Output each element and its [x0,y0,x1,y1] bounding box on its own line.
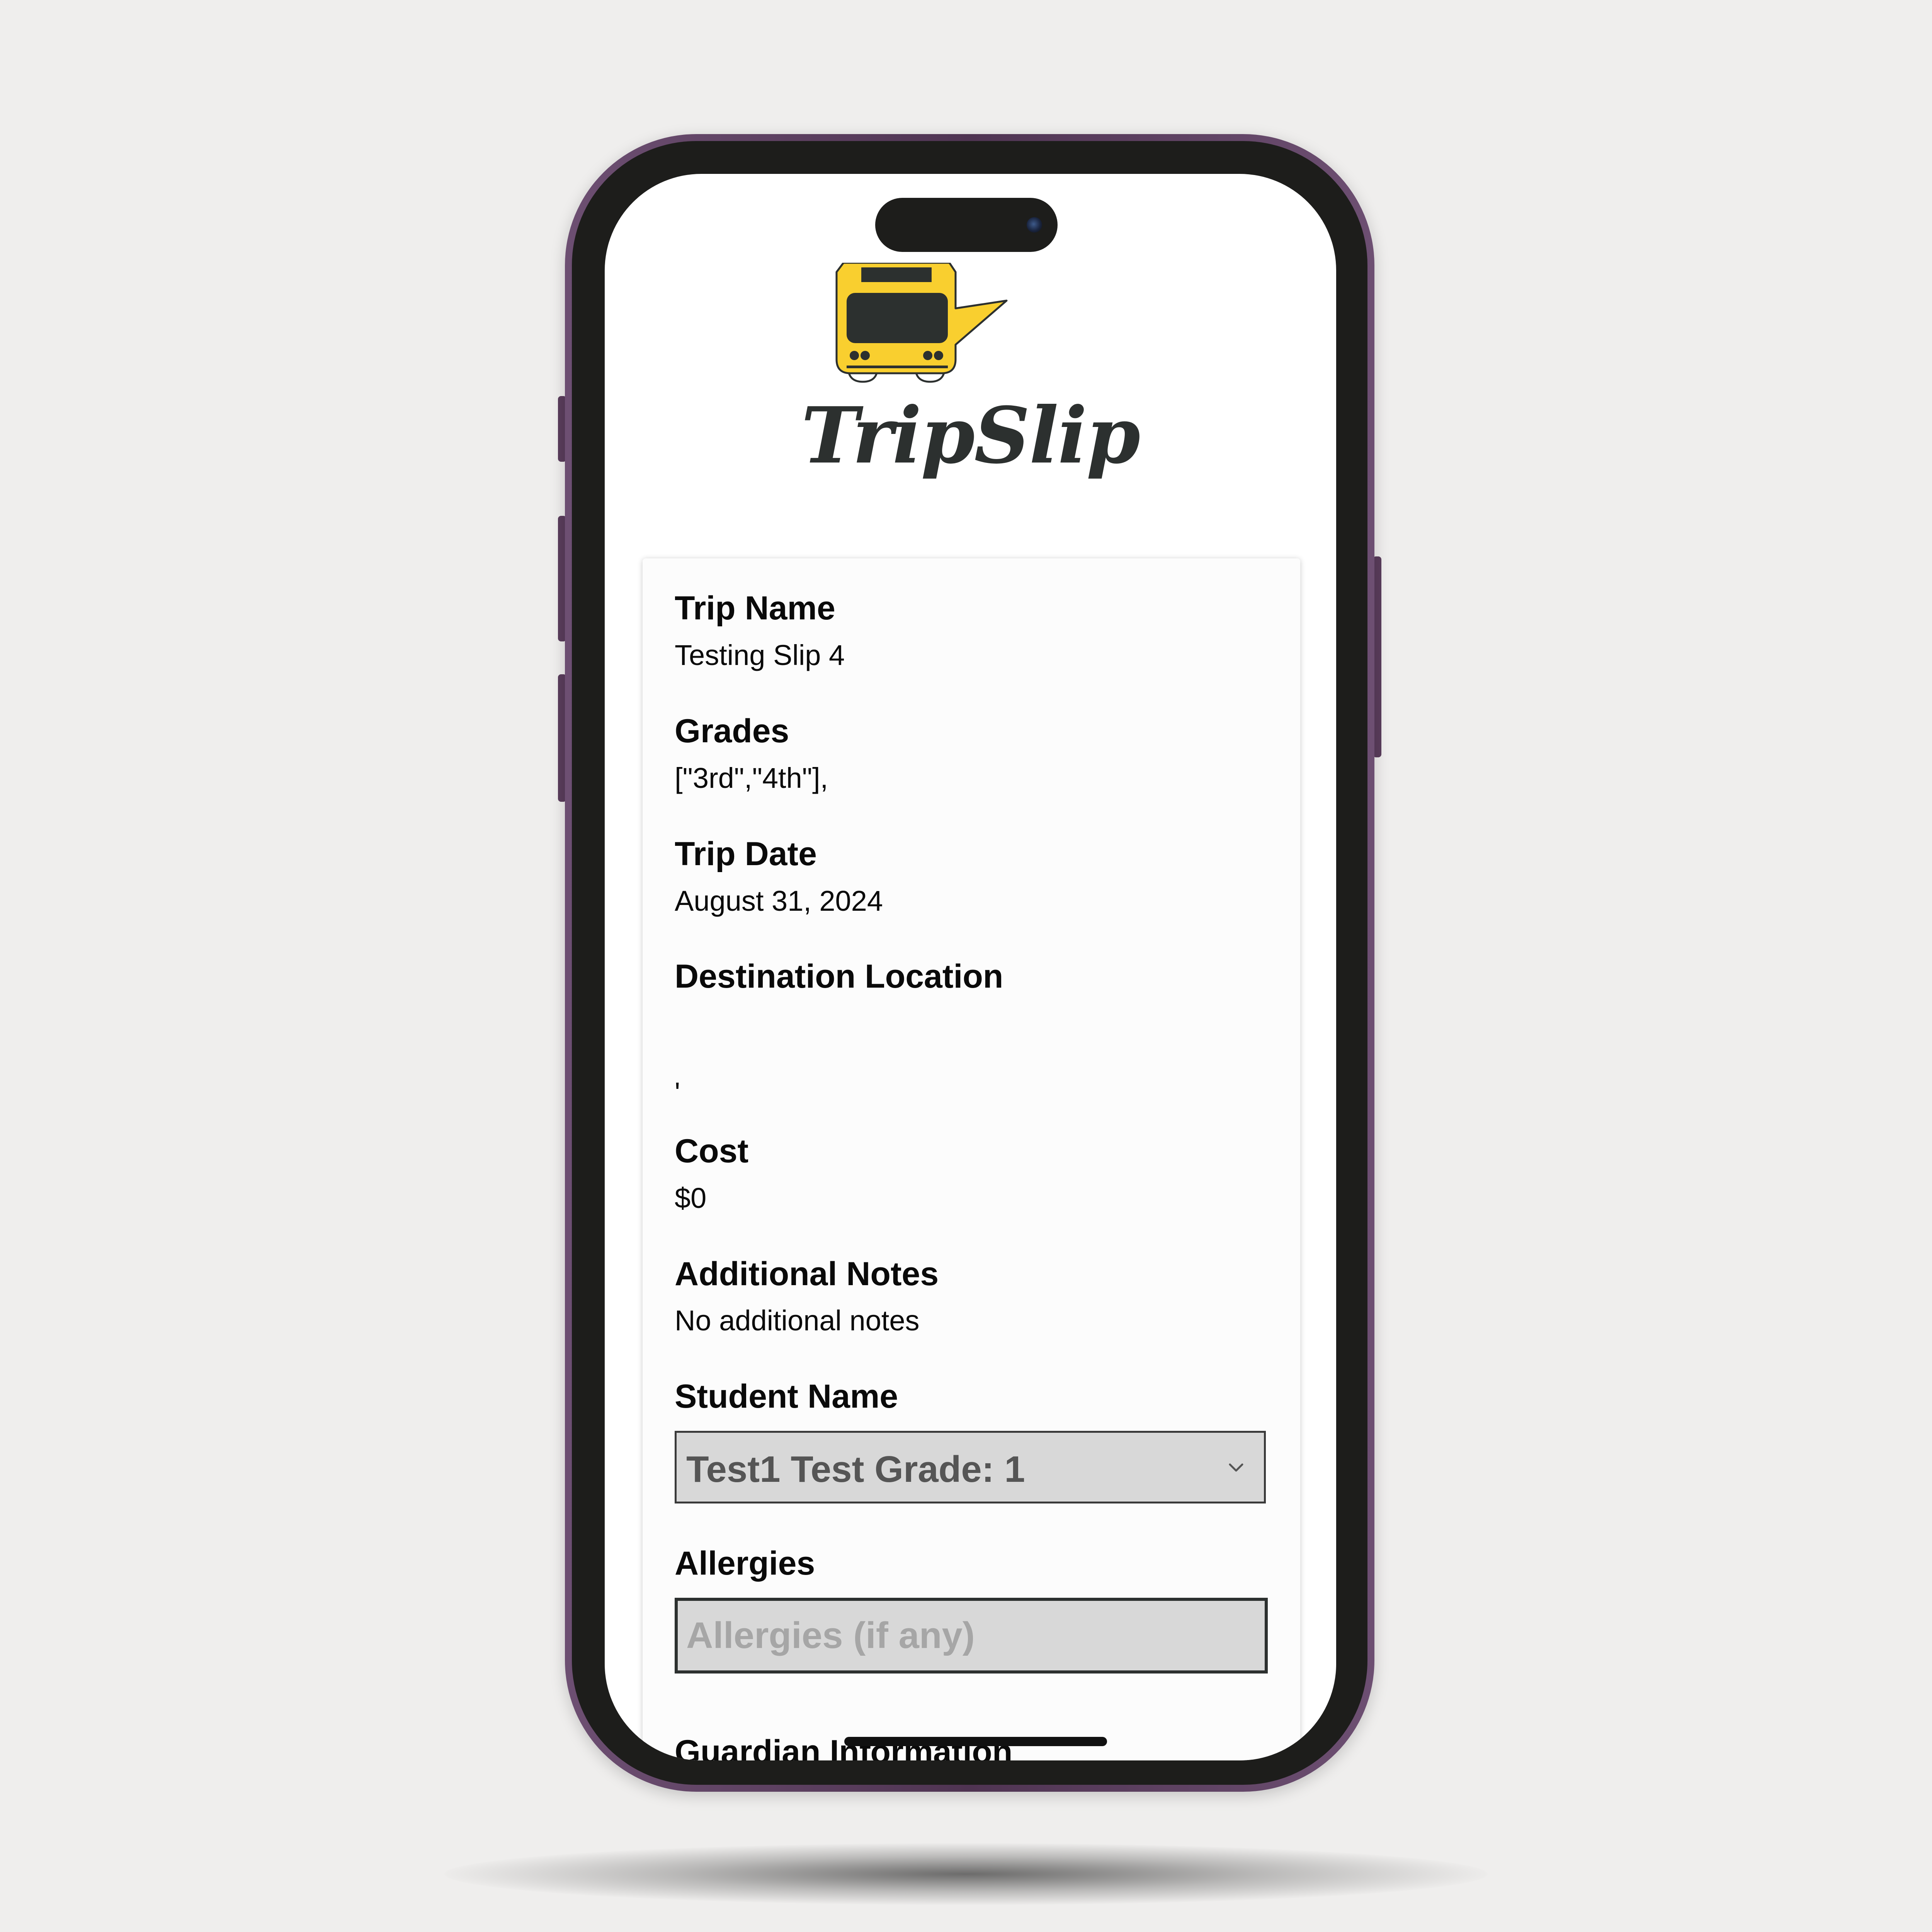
trip-details-card: Trip Name Testing Slip 4 Grades ["3rd","… [643,558,1300,1760]
phone-shadow [444,1843,1488,1905]
additional-notes-value: No additional notes [675,1304,920,1337]
front-camera-icon [1027,217,1042,233]
trip-name-value: Testing Slip 4 [675,639,845,671]
phone-screen: TripSlip Trip Name Testing Slip 4 Grades… [605,174,1336,1760]
student-name-select[interactable]: Test1 Test Grade: 1 [675,1431,1266,1503]
destination-location-value: ' [675,1077,680,1109]
student-name-label: Student Name [675,1378,898,1415]
additional-notes-label: Additional Notes [675,1255,939,1293]
student-name-selected: Test1 Test Grade: 1 [686,1449,1025,1490]
cost-label: Cost [675,1133,749,1170]
dynamic-island [875,198,1058,252]
allergies-label: Allergies [675,1545,815,1582]
home-indicator[interactable] [844,1737,1107,1746]
cost-value: $0 [675,1182,707,1214]
brand-wordmark: TripSlip [801,390,1141,481]
trip-date-label: Trip Date [675,835,817,872]
trip-name-label: Trip Name [675,590,835,627]
school-bus-speech-bubble-icon [835,263,1008,383]
trip-date-value: August 31, 2024 [675,885,883,917]
destination-location-label: Destination Location [675,958,1003,995]
allergies-input[interactable] [675,1598,1268,1673]
grades-label: Grades [675,713,789,750]
chevron-down-icon [1229,1463,1243,1472]
grades-value: ["3rd","4th"], [675,762,828,794]
